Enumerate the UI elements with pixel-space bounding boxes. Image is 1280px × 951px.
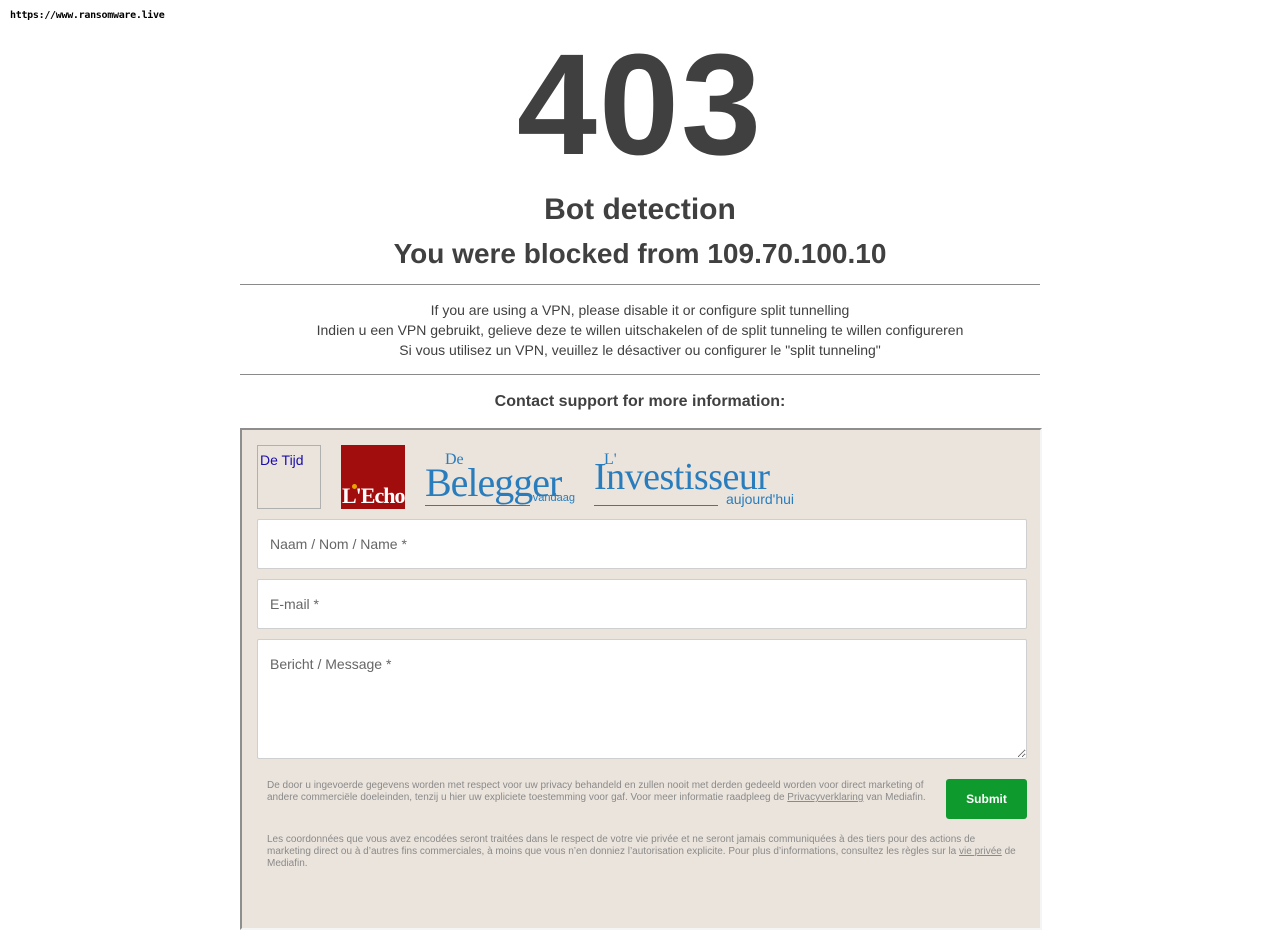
email-input[interactable]: [257, 579, 1027, 629]
de-tijd-logo[interactable]: De Tijd: [257, 445, 321, 509]
privacy-notice-nl: De door u ingevoerde gegevens worden met…: [267, 780, 932, 804]
privacy-statement-link[interactable]: Privacyverklaring: [787, 792, 863, 803]
watermark-url: https://www.ransomware.live: [10, 10, 165, 21]
investisseur-logo[interactable]: L' Investisseur aujourd'hui: [594, 445, 796, 509]
contact-heading: Contact support for more information:: [494, 393, 786, 410]
contact-form: De Tijd L'Echo De Belegger vandaag L' In…: [240, 428, 1042, 930]
belegger-underline: [425, 505, 530, 506]
vie-privee-link[interactable]: vie privée: [959, 846, 1002, 857]
vpn-notice: If you are using a VPN, please disable i…: [240, 300, 1040, 360]
vpn-notice-nl: Indien u een VPN gebruikt, gelieve deze …: [316, 322, 964, 338]
investisseur-underline: [594, 505, 718, 506]
submit-button[interactable]: Submit: [946, 779, 1027, 819]
privacy-notice-fr: Les coordonnées que vous avez encodées s…: [267, 834, 1019, 870]
investisseur-sub: aujourd'hui: [725, 491, 794, 507]
error-code: 403: [516, 24, 764, 185]
privacy-notice-nl-suffix: van Mediafin.: [866, 792, 926, 803]
belegger-sub: vandaag: [532, 492, 575, 504]
vpn-notice-en: If you are using a VPN, please disable i…: [430, 302, 850, 318]
error-title: Bot detection: [544, 193, 736, 226]
lecho-logo[interactable]: L'Echo: [341, 445, 405, 509]
lecho-logo-text: L'Echo: [342, 483, 405, 508]
de-belegger-logo[interactable]: De Belegger vandaag: [425, 445, 575, 509]
divider-bottom: [240, 374, 1040, 375]
blocked-message: You were blocked from 109.70.100.10: [393, 238, 887, 269]
name-input[interactable]: [257, 519, 1027, 569]
divider-top: [240, 284, 1040, 285]
message-textarea[interactable]: [257, 639, 1027, 759]
privacy-notice-fr-text: Les coordonnées que vous avez encodées s…: [267, 834, 976, 857]
vpn-notice-fr: Si vous utilisez un VPN, veuillez le dés…: [399, 342, 881, 358]
